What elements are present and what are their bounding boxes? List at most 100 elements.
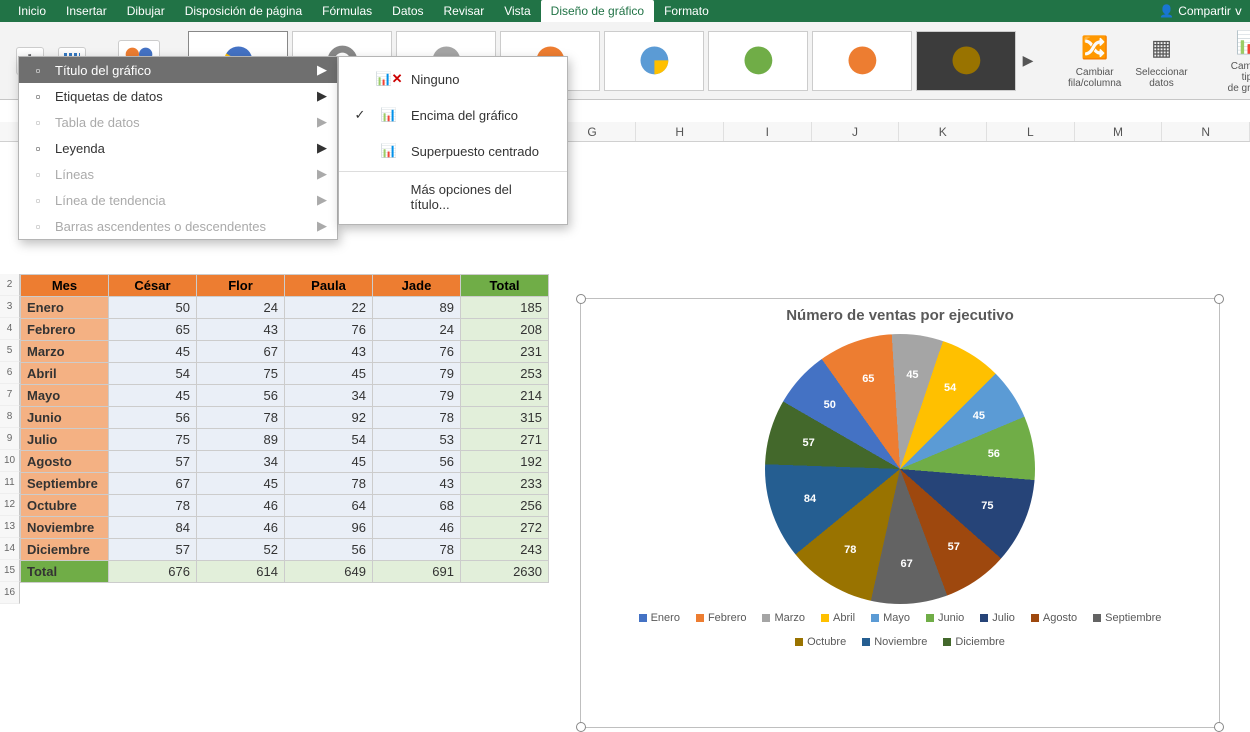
- row-number[interactable]: 12: [0, 494, 20, 516]
- legend-item-julio[interactable]: Julio: [980, 612, 1015, 624]
- row-number[interactable]: 15: [0, 560, 20, 582]
- table-cell[interactable]: 22: [285, 297, 373, 319]
- table-cell[interactable]: 65: [109, 319, 197, 341]
- change-chart-type-button[interactable]: 📊 Cambiar tipo de gráfico: [1220, 27, 1250, 94]
- table-cell[interactable]: 92: [285, 407, 373, 429]
- ribbon-tab-diseño-de-gráfico[interactable]: Diseño de gráfico: [541, 0, 654, 22]
- table-cell[interactable]: 56: [197, 385, 285, 407]
- chart-title[interactable]: Número de ventas por ejecutivo: [581, 307, 1219, 324]
- table-cell[interactable]: 57: [109, 451, 197, 473]
- table-cell[interactable]: 56: [109, 407, 197, 429]
- legend-item-enero[interactable]: Enero: [639, 612, 680, 624]
- submenu-item-encima-del-gráfico[interactable]: ✓📊Encima del gráfico: [339, 97, 567, 133]
- row-number[interactable]: 14: [0, 538, 20, 560]
- menu-item-título-del-gráfico[interactable]: ▫Título del gráfico▶: [19, 57, 337, 83]
- row-number[interactable]: 10: [0, 450, 20, 472]
- row-number[interactable]: 6: [0, 362, 20, 384]
- ribbon-tab-disposición-de-página[interactable]: Disposición de página: [175, 0, 312, 22]
- table-cell[interactable]: 57: [109, 539, 197, 561]
- table-row[interactable]: Noviembre84469646272: [21, 517, 549, 539]
- table-row[interactable]: Octubre78466468256: [21, 495, 549, 517]
- legend-item-marzo[interactable]: Marzo: [762, 612, 805, 624]
- table-cell[interactable]: 24: [373, 319, 461, 341]
- table-cell[interactable]: 52: [197, 539, 285, 561]
- styles-next-button[interactable]: ▶: [1020, 41, 1036, 81]
- row-number[interactable]: 2: [0, 274, 20, 296]
- table-cell[interactable]: 78: [109, 495, 197, 517]
- table-row[interactable]: Julio75895453271: [21, 429, 549, 451]
- legend-item-septiembre[interactable]: Septiembre: [1093, 612, 1161, 624]
- submenu-item-ninguno[interactable]: 📊✕Ninguno: [339, 61, 567, 97]
- table-row[interactable]: Septiembre67457843233: [21, 473, 549, 495]
- ribbon-tab-fórmulas[interactable]: Fórmulas: [312, 0, 382, 22]
- ribbon-tab-formato[interactable]: Formato: [654, 0, 719, 22]
- row-number[interactable]: 11: [0, 472, 20, 494]
- table-row[interactable]: Febrero65437624208: [21, 319, 549, 341]
- table-row[interactable]: Marzo45674376231: [21, 341, 549, 363]
- legend-item-agosto[interactable]: Agosto: [1031, 612, 1077, 624]
- table-row[interactable]: Enero50242289185: [21, 297, 549, 319]
- table-cell[interactable]: 89: [373, 297, 461, 319]
- row-number[interactable]: 13: [0, 516, 20, 538]
- table-cell[interactable]: 53: [373, 429, 461, 451]
- table-cell[interactable]: 68: [373, 495, 461, 517]
- table-cell[interactable]: 24: [197, 297, 285, 319]
- row-number[interactable]: 3: [0, 296, 20, 318]
- ribbon-tab-inicio[interactable]: Inicio: [8, 0, 56, 22]
- row-number[interactable]: 9: [0, 428, 20, 450]
- column-header-N[interactable]: N: [1162, 122, 1250, 141]
- column-header-K[interactable]: K: [899, 122, 987, 141]
- ribbon-tab-revisar[interactable]: Revisar: [434, 0, 495, 22]
- table-cell[interactable]: 46: [197, 495, 285, 517]
- table-cell[interactable]: 75: [109, 429, 197, 451]
- table-header-mes[interactable]: Mes: [21, 275, 109, 297]
- table-cell[interactable]: 50: [109, 297, 197, 319]
- ribbon-tab-datos[interactable]: Datos: [382, 0, 433, 22]
- table-row[interactable]: Diciembre57525678243: [21, 539, 549, 561]
- table-cell[interactable]: 45: [285, 451, 373, 473]
- row-number[interactable]: 7: [0, 384, 20, 406]
- table-cell[interactable]: 45: [109, 385, 197, 407]
- chart-element-menu[interactable]: ▫Título del gráfico▶▫Etiquetas de datos▶…: [18, 56, 338, 240]
- table-row[interactable]: Agosto57344556192: [21, 451, 549, 473]
- table-cell[interactable]: 79: [373, 385, 461, 407]
- table-row[interactable]: Junio56789278315: [21, 407, 549, 429]
- table-cell[interactable]: 45: [197, 473, 285, 495]
- legend-item-noviembre[interactable]: Noviembre: [862, 636, 927, 648]
- legend-item-abril[interactable]: Abril: [821, 612, 855, 624]
- chart-style-8[interactable]: [916, 31, 1016, 91]
- legend-item-junio[interactable]: Junio: [926, 612, 964, 624]
- table-cell[interactable]: 43: [197, 319, 285, 341]
- column-header-I[interactable]: I: [724, 122, 812, 141]
- switch-row-column-button[interactable]: 🔀 Cambiar fila/columna: [1064, 33, 1125, 89]
- table-cell[interactable]: 79: [373, 363, 461, 385]
- column-header-M[interactable]: M: [1075, 122, 1163, 141]
- table-row[interactable]: Abril54754579253: [21, 363, 549, 385]
- table-cell[interactable]: 84: [109, 517, 197, 539]
- column-header-J[interactable]: J: [812, 122, 900, 141]
- legend-item-mayo[interactable]: Mayo: [871, 612, 910, 624]
- ribbon-tab-dibujar[interactable]: Dibujar: [117, 0, 175, 22]
- table-cell[interactable]: 67: [109, 473, 197, 495]
- chart-legend[interactable]: EneroFebreroMarzoAbrilMayoJunioJulioAgos…: [581, 604, 1219, 656]
- table-cell[interactable]: 56: [373, 451, 461, 473]
- table-cell[interactable]: 67: [197, 341, 285, 363]
- table-cell[interactable]: 46: [373, 517, 461, 539]
- submenu-item-superpuesto-centrado[interactable]: 📊Superpuesto centrado: [339, 133, 567, 169]
- table-cell[interactable]: 96: [285, 517, 373, 539]
- table-header-total[interactable]: Total: [461, 275, 549, 297]
- row-number[interactable]: 5: [0, 340, 20, 362]
- chart-style-5[interactable]: [604, 31, 704, 91]
- table-cell[interactable]: 45: [109, 341, 197, 363]
- table-row[interactable]: Mayo45563479214: [21, 385, 549, 407]
- table-cell[interactable]: 78: [373, 539, 461, 561]
- row-number[interactable]: 16: [0, 582, 20, 604]
- legend-item-diciembre[interactable]: Diciembre: [943, 636, 1005, 648]
- table-cell[interactable]: 54: [109, 363, 197, 385]
- table-cell[interactable]: 78: [197, 407, 285, 429]
- table-cell[interactable]: 45: [285, 363, 373, 385]
- table-cell[interactable]: 78: [285, 473, 373, 495]
- table-cell[interactable]: 89: [197, 429, 285, 451]
- table-cell[interactable]: 64: [285, 495, 373, 517]
- ribbon-tab-vista[interactable]: Vista: [494, 0, 540, 22]
